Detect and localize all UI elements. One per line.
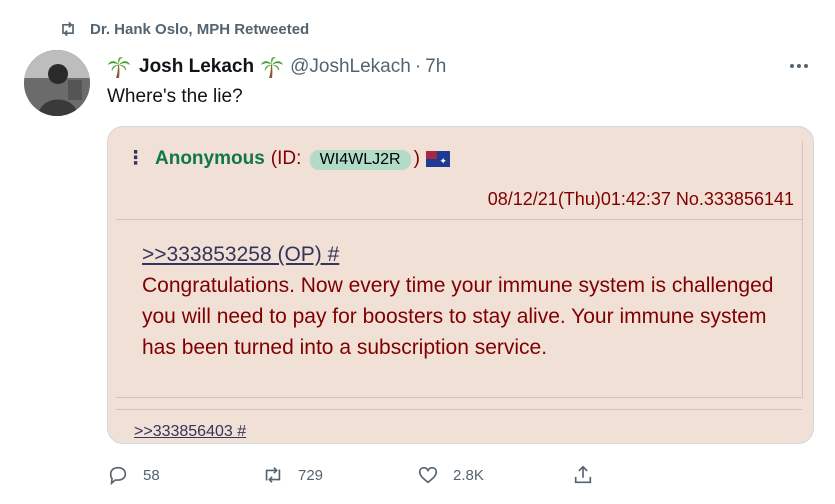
id-prefix: (ID:	[270, 147, 302, 169]
post-header: ⋮ Anonymous (ID: WI4WLJ2R)	[126, 147, 450, 170]
post-body: >>333853258 (OP) # Congratulations. Now …	[142, 239, 782, 363]
share-icon	[574, 465, 592, 484]
tweet-media-image[interactable]: ⋮ Anonymous (ID: WI4WLJ2R) 08/12/21(Thu)…	[107, 126, 814, 444]
poster-id: (ID: WI4WLJ2R)	[271, 148, 420, 170]
like-count: 2.8K	[453, 466, 484, 484]
palm-tree-emoji-icon	[261, 57, 284, 78]
post-divider	[116, 219, 802, 220]
tweet-text: Where's the lie?	[107, 86, 243, 107]
post-bottom-divider	[116, 409, 802, 410]
reply-button[interactable]: 58	[107, 464, 262, 486]
tweet-timestamp[interactable]: 7h	[425, 56, 446, 78]
retweet-context[interactable]: Dr. Hank Oslo, MPH Retweeted	[58, 16, 309, 42]
reply-link: >>333856403 #	[134, 423, 247, 440]
reply-icon	[109, 466, 127, 486]
retweet-button[interactable]: 729	[262, 464, 417, 486]
author-handle[interactable]: @JoshLekach	[290, 56, 411, 78]
profile-photo	[24, 50, 90, 116]
post-menu-icon: ⋮	[126, 148, 145, 169]
palm-tree-emoji-icon	[108, 57, 130, 78]
tweet-actions: 58 729 2.8K	[107, 460, 727, 490]
avatar[interactable]	[24, 50, 90, 116]
id-badge: WI4WLJ2R	[309, 149, 411, 170]
more-icon	[790, 64, 808, 68]
heart-icon	[418, 466, 438, 484]
retweet-label: Dr. Hank Oslo, MPH Retweeted	[90, 20, 310, 38]
forum-post: ⋮ Anonymous (ID: WI4WLJ2R) 08/12/21(Thu)…	[116, 141, 803, 440]
share-button[interactable]	[572, 464, 727, 486]
more-options-button[interactable]	[787, 56, 811, 76]
like-button[interactable]: 2.8K	[417, 464, 572, 486]
reply-count: 58	[143, 466, 160, 484]
post-message: Congratulations. Now every time your imm…	[142, 274, 774, 359]
post-datetime: 08/12/21(Thu)01:42:37 No.333856141	[487, 189, 794, 209]
retweet-icon	[62, 21, 74, 37]
quote-link: >>333853258 (OP) #	[142, 243, 340, 266]
poster-name: Anonymous	[155, 147, 265, 169]
flag-icon	[425, 150, 450, 167]
retweet-icon	[265, 467, 281, 483]
tweet-header: Josh Lekach @JoshLekach · 7h	[107, 52, 815, 82]
separator: ·	[414, 56, 422, 77]
id-suffix: )	[413, 147, 420, 169]
author-name[interactable]: Josh Lekach	[139, 56, 254, 78]
retweet-count: 729	[298, 466, 324, 484]
